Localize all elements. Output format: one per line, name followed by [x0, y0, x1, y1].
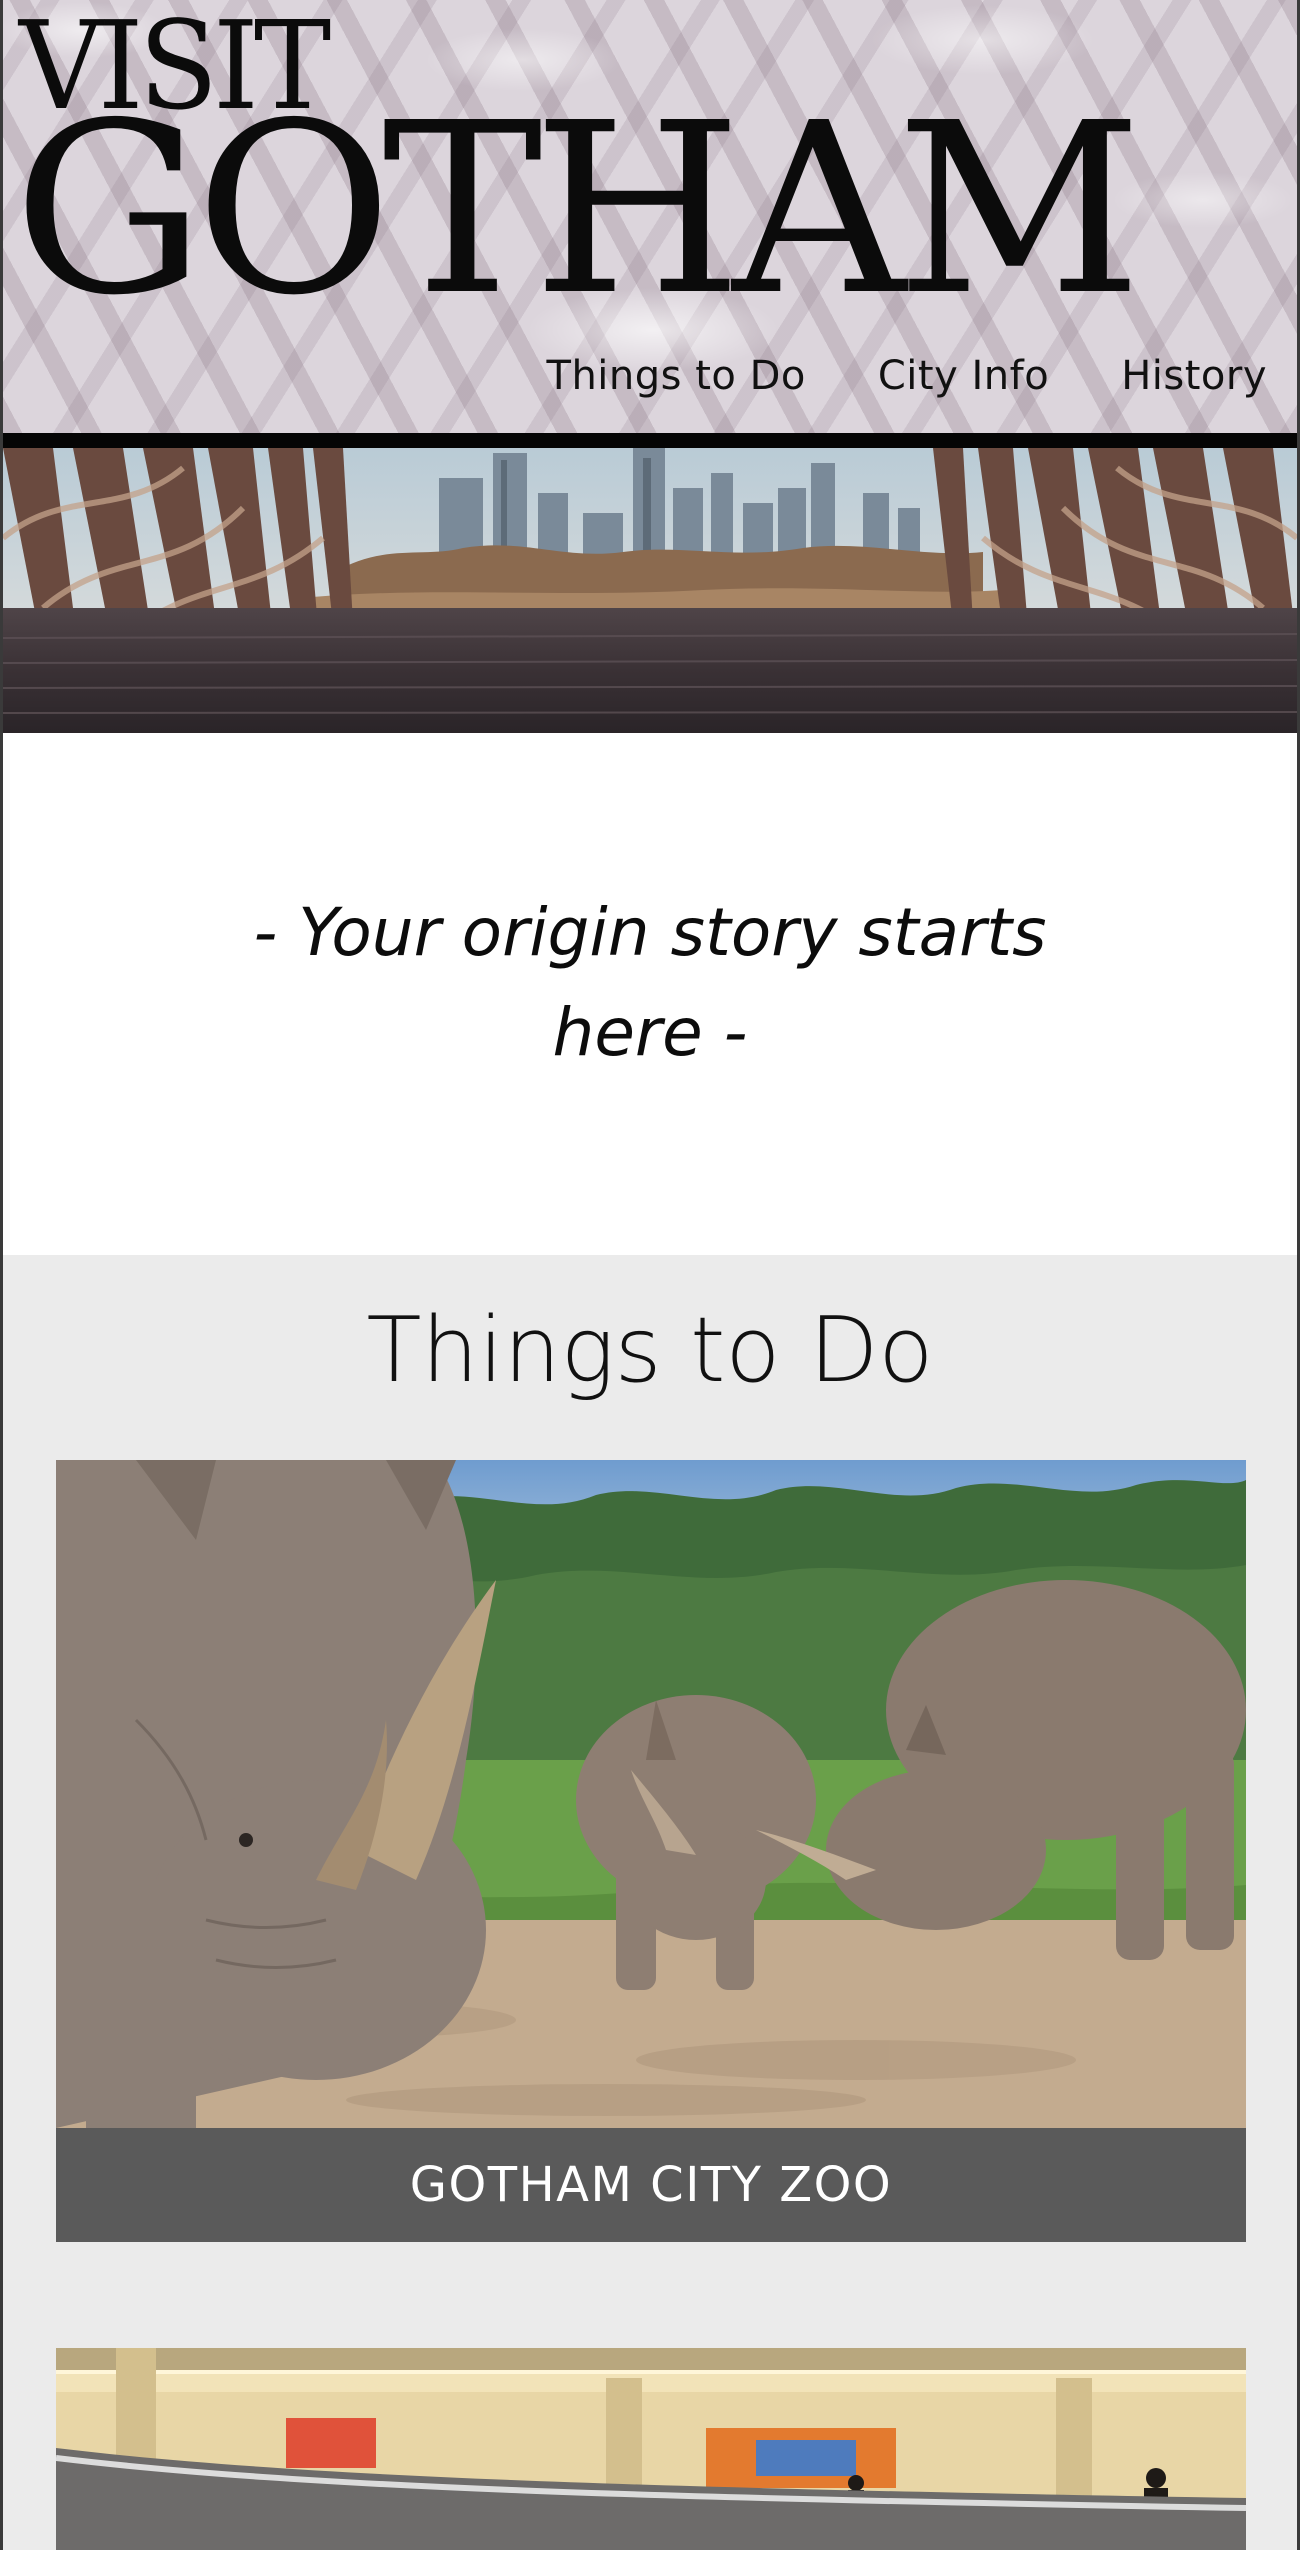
page: VISIT GOTHAM Things to Do City Info Hist…	[0, 0, 1300, 2550]
site-header: VISIT GOTHAM Things to Do City Info Hist…	[3, 0, 1297, 435]
nav-things-to-do[interactable]: Things to Do	[547, 353, 806, 399]
card-caption[interactable]: GOTHAM CITY ZOO	[56, 2128, 1246, 2242]
rhinos-image[interactable]	[56, 1460, 1246, 2128]
museum-gallery-image[interactable]	[56, 2348, 1246, 2550]
logo-gotham-text[interactable]: GOTHAM	[13, 92, 1142, 328]
header-divider	[3, 433, 1297, 448]
tagline-section: - Your origin story starts here -	[3, 733, 1297, 1255]
tagline-text: - Your origin story starts here -	[253, 894, 1047, 1071]
card-gotham-city-zoo[interactable]: GOTHAM CITY ZOO	[56, 1460, 1246, 2242]
hero-illustration	[3, 448, 1297, 733]
hero-skyline-image	[3, 448, 1297, 733]
things-to-do-heading: Things to Do	[366, 1298, 934, 1403]
nav-city-info[interactable]: City Info	[878, 353, 1049, 399]
card-museum[interactable]	[56, 2348, 1246, 2550]
nav-history[interactable]: History	[1121, 353, 1267, 399]
rhinos-illustration	[56, 1460, 1246, 2128]
things-to-do-section: Things to Do GOTHAM CITY ZOO	[3, 1255, 1297, 2550]
museum-illustration	[56, 2348, 1246, 2550]
main-nav: Things to Do City Info History	[547, 353, 1267, 399]
